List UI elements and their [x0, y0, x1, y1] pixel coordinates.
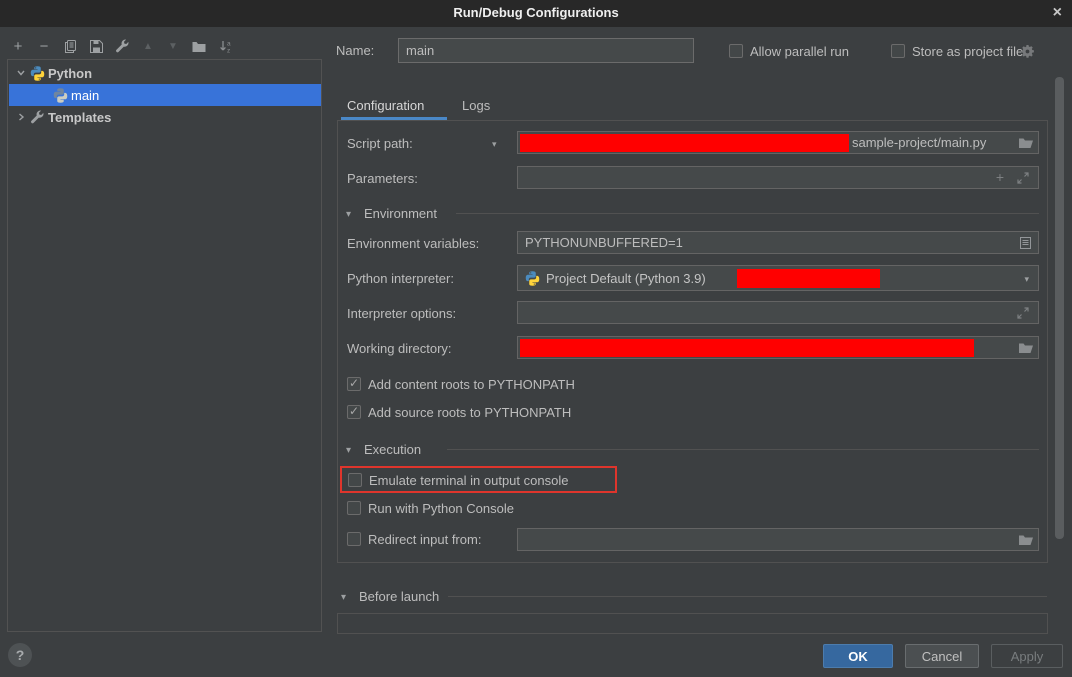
emulate-terminal-checkbox[interactable] — [348, 473, 362, 487]
ok-button[interactable]: OK — [823, 644, 893, 668]
redirect-input-label: Redirect input from: — [368, 532, 481, 547]
name-label: Name: — [336, 43, 374, 58]
python-config-icon — [53, 88, 68, 103]
execution-collapse-icon[interactable]: ▾ — [346, 445, 351, 456]
redaction-block — [520, 134, 849, 152]
add-source-roots-checkbox[interactable] — [347, 405, 361, 419]
interpreter-dropdown-icon[interactable]: ▾ — [1024, 274, 1029, 285]
section-divider — [447, 449, 1039, 450]
move-up-icon[interactable]: ▲ — [138, 36, 158, 56]
remove-configuration-icon[interactable]: − — [34, 36, 54, 56]
execution-section-title: Execution — [364, 442, 421, 457]
copy-configuration-icon[interactable] — [60, 36, 80, 56]
environment-section-title: Environment — [364, 206, 437, 221]
wrench-icon — [30, 110, 45, 125]
script-path-label: Script path: — [347, 136, 413, 151]
name-input[interactable] — [398, 38, 694, 63]
section-divider — [456, 213, 1039, 214]
redaction-block — [520, 339, 974, 357]
edit-templates-wrench-icon[interactable] — [112, 36, 132, 56]
parameters-field[interactable]: + — [517, 166, 1039, 189]
python-logo-icon — [525, 271, 540, 286]
script-path-field[interactable]: sample-project/main.py — [517, 131, 1039, 154]
run-with-python-console-label: Run with Python Console — [368, 501, 514, 516]
store-as-project-file-label: Store as project file — [912, 44, 1023, 59]
allow-parallel-run-checkbox[interactable] — [729, 44, 743, 58]
apply-button[interactable]: Apply — [991, 644, 1063, 668]
browse-folder-icon[interactable] — [1018, 136, 1034, 150]
add-source-roots-label: Add source roots to PYTHONPATH — [368, 405, 571, 420]
script-path-value: sample-project/main.py — [852, 135, 986, 150]
titlebar: Run/Debug Configurations × — [0, 0, 1072, 27]
new-folder-icon[interactable] — [189, 36, 209, 56]
configurations-tree: Python main Templates — [7, 59, 322, 632]
parameters-label: Parameters: — [347, 171, 418, 186]
tree-item-label: Templates — [48, 110, 111, 125]
allow-parallel-run-label: Allow parallel run — [750, 44, 849, 59]
redirect-input-checkbox[interactable] — [347, 532, 361, 546]
add-configuration-icon[interactable]: + — [8, 36, 28, 56]
environment-collapse-icon[interactable]: ▾ — [346, 209, 351, 220]
python-logo-icon — [30, 66, 45, 81]
tree-item-label: main — [71, 88, 99, 103]
section-divider — [448, 596, 1047, 597]
tab-logs[interactable]: Logs — [462, 98, 490, 113]
tree-item-templates[interactable]: Templates — [9, 106, 321, 128]
move-down-icon[interactable]: ▼ — [163, 36, 183, 56]
expand-field-icon[interactable] — [1016, 171, 1030, 185]
close-icon[interactable]: × — [1053, 3, 1062, 23]
tree-item-label: Python — [48, 66, 92, 81]
before-launch-task-list[interactable] — [337, 613, 1048, 634]
python-interpreter-label: Python interpreter: — [347, 271, 454, 286]
add-macro-icon[interactable]: + — [996, 169, 1004, 185]
working-directory-field[interactable] — [517, 336, 1039, 359]
run-with-python-console-checkbox[interactable] — [347, 501, 361, 515]
environment-variables-label: Environment variables: — [347, 236, 479, 251]
add-content-roots-label: Add content roots to PYTHONPATH — [368, 377, 575, 392]
store-as-project-file-checkbox[interactable] — [891, 44, 905, 58]
add-content-roots-checkbox[interactable] — [347, 377, 361, 391]
tree-item-main[interactable]: main — [9, 84, 321, 106]
svg-text:a: a — [227, 40, 231, 47]
browse-folder-icon[interactable] — [1018, 341, 1034, 355]
edit-variables-icon[interactable] — [1019, 236, 1032, 250]
target-type-dropdown-icon[interactable]: ▾ — [492, 139, 497, 150]
python-interpreter-combobox[interactable]: Project Default (Python 3.9) ▾ — [517, 265, 1039, 291]
redaction-block — [737, 269, 880, 288]
browse-folder-icon[interactable] — [1018, 533, 1034, 547]
gear-icon[interactable] — [1020, 44, 1035, 59]
working-directory-label: Working directory: — [347, 341, 452, 356]
chevron-down-icon — [16, 68, 26, 78]
interpreter-options-label: Interpreter options: — [347, 306, 456, 321]
run-debug-configurations-dialog: Run/Debug Configurations × + − ▲ ▼ az Py… — [0, 0, 1072, 677]
dialog-title: Run/Debug Configurations — [0, 5, 1072, 20]
environment-variables-field[interactable]: PYTHONUNBUFFERED=1 — [517, 231, 1039, 254]
environment-variables-value: PYTHONUNBUFFERED=1 — [518, 235, 683, 250]
svg-text:z: z — [227, 47, 230, 54]
cancel-button[interactable]: Cancel — [905, 644, 979, 668]
help-button[interactable]: ? — [8, 643, 32, 667]
before-launch-collapse-icon[interactable]: ▾ — [341, 592, 346, 603]
before-launch-section-title: Before launch — [359, 589, 439, 604]
emulate-terminal-label: Emulate terminal in output console — [369, 473, 568, 488]
redirect-input-field[interactable] — [517, 528, 1039, 551]
expand-field-icon[interactable] — [1016, 306, 1030, 320]
sort-configurations-icon[interactable]: az — [216, 36, 236, 56]
chevron-right-icon — [16, 112, 26, 122]
interpreter-options-field[interactable] — [517, 301, 1039, 324]
save-configuration-icon[interactable] — [86, 36, 106, 56]
tree-item-python[interactable]: Python — [9, 62, 321, 84]
python-interpreter-value: Project Default (Python 3.9) — [546, 271, 706, 286]
tab-configuration[interactable]: Configuration — [347, 98, 424, 113]
vertical-scrollbar-thumb[interactable] — [1055, 77, 1064, 539]
